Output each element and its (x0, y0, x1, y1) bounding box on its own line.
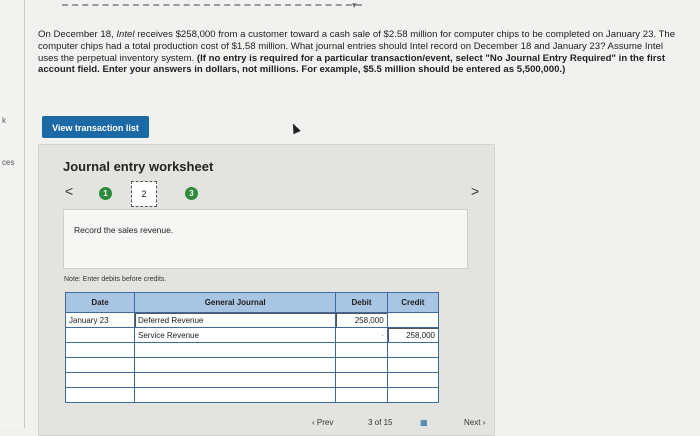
debit-cell[interactable] (335, 387, 388, 403)
view-transaction-list-button[interactable]: View transaction list (42, 116, 149, 138)
account-cell[interactable] (133, 357, 337, 373)
table-row (65, 372, 440, 388)
debit-cell[interactable] (335, 342, 388, 358)
step-2-current[interactable]: 2 (131, 181, 157, 207)
debit-cell[interactable] (335, 357, 388, 373)
journal-entry-worksheet: Journal entry worksheet < 1 2 3 > Record… (38, 144, 495, 436)
account-cell[interactable]: Deferred Revenue (133, 312, 337, 328)
credit-cell[interactable] (386, 372, 440, 388)
instruction-text: Record the sales revenue. (74, 225, 174, 235)
account-cell[interactable] (133, 387, 337, 403)
date-cell[interactable] (65, 372, 135, 388)
divider-tick: ▾ (352, 0, 357, 10)
debit-cell[interactable]: · (335, 327, 388, 343)
date-cell[interactable] (65, 327, 135, 343)
company-name: Intel (116, 29, 135, 40)
next-arrow-icon[interactable]: > (471, 183, 479, 199)
table-row (65, 387, 440, 403)
prev-label: Prev (316, 418, 334, 427)
page-indicator: 3 of 15 (368, 418, 393, 427)
table-row: January 23 Deferred Revenue 258,000 (65, 312, 440, 328)
date-cell[interactable] (65, 387, 135, 403)
header-date: Date (65, 292, 135, 313)
debit-cell[interactable] (335, 372, 388, 388)
account-cell[interactable] (133, 342, 337, 358)
table-row: Service Revenue · 258,000 (65, 327, 440, 343)
header-credit: Credit (386, 292, 440, 313)
top-divider (62, 4, 362, 8)
journal-header-row: Date General Journal Debit Credit (65, 292, 440, 313)
journal-table: Date General Journal Debit Credit Januar… (65, 292, 440, 403)
table-row (65, 342, 440, 358)
question-text: On December 18, Intel receives $258,000 … (38, 29, 678, 76)
debit-cell[interactable]: 258,000 (335, 312, 388, 328)
prev-arrow-icon[interactable]: < (65, 183, 73, 199)
prev-page-button[interactable]: ‹ Prev (312, 418, 333, 427)
left-rail: k ces (0, 0, 25, 428)
grid-icon[interactable]: ▦ (420, 418, 428, 427)
debits-note: Note: Enter debits before credits. (64, 276, 167, 283)
step-3-button[interactable]: 3 (185, 187, 198, 200)
account-cell[interactable]: Service Revenue (133, 327, 337, 343)
instruction-box: Record the sales revenue. (63, 209, 468, 269)
date-cell[interactable] (65, 357, 135, 373)
date-cell[interactable] (65, 342, 135, 358)
step-1-button[interactable]: 1 (99, 187, 112, 200)
header-debit: Debit (335, 292, 388, 313)
date-cell[interactable]: January 23 (65, 312, 135, 328)
account-cell[interactable] (133, 372, 337, 388)
next-page-button[interactable]: Next › (464, 418, 485, 427)
header-general-journal: General Journal (133, 292, 337, 313)
credit-cell[interactable] (386, 357, 440, 373)
rail-mark-k: k (2, 116, 6, 125)
credit-cell[interactable] (386, 387, 440, 403)
credit-cell[interactable] (386, 342, 440, 358)
credit-cell[interactable] (386, 312, 440, 328)
question-part1: On December 18, (38, 29, 117, 40)
table-row (65, 357, 440, 373)
worksheet-title: Journal entry worksheet (63, 159, 214, 174)
mouse-cursor-icon (289, 121, 301, 135)
rail-mark-ces: ces (2, 158, 15, 167)
credit-cell[interactable]: 258,000 (386, 327, 440, 343)
next-label: Next (464, 418, 481, 427)
